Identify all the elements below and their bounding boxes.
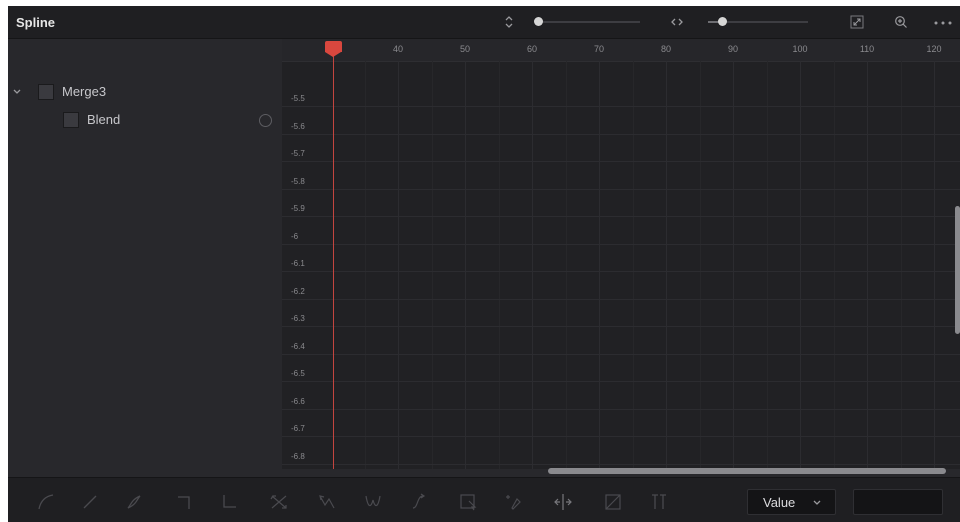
grid-line-horizontal — [282, 106, 960, 107]
step-out-icon[interactable] — [218, 491, 240, 513]
merge3-checkbox[interactable] — [38, 84, 54, 100]
spline-graph[interactable]: 40 50 60 70 80 90 100 110 120 -5.5 -5.6 -5.7 -5.8 -5… — [282, 39, 960, 469]
y-tick-label: -6.5 — [291, 369, 305, 378]
relative-loop-icon[interactable] — [408, 491, 430, 513]
value-field[interactable] — [853, 489, 943, 515]
grid-line-horizontal — [282, 326, 960, 327]
ping-pong-icon[interactable] — [362, 491, 384, 513]
y-tick-label: -6.2 — [291, 286, 305, 296]
mode-select[interactable]: Value — [747, 489, 836, 515]
grid-line-horizontal — [282, 463, 960, 465]
x-tick-label: 80 — [660, 44, 672, 54]
y-tick-label: -5.5 — [291, 94, 305, 103]
invert-icon[interactable] — [123, 491, 145, 513]
tree-node-merge3[interactable]: Merge3 — [8, 81, 282, 103]
x-tick-label: 60 — [526, 44, 538, 54]
updown-chevron-icon[interactable] — [500, 13, 518, 31]
tree-node-label: Merge3 — [62, 84, 107, 99]
y-tick-label: -6.3 — [291, 314, 305, 323]
linear-icon[interactable] — [79, 491, 101, 513]
vertical-zoom-knob[interactable] — [534, 17, 543, 26]
y-tick-label: -5.6 — [291, 121, 305, 131]
smooth-icon[interactable] — [35, 491, 57, 513]
keyframe-toggle-icon[interactable] — [259, 114, 272, 127]
y-tick-label: -5.8 — [291, 176, 305, 186]
x-tick-label: 70 — [593, 44, 605, 54]
vertical-scrollbar[interactable] — [955, 206, 960, 334]
time-ruler[interactable] — [282, 39, 960, 62]
horizontal-zoom-knob[interactable] — [718, 17, 727, 26]
blend-checkbox[interactable] — [63, 112, 79, 128]
grid-line-horizontal — [282, 408, 960, 410]
grid-line-horizontal — [282, 243, 960, 245]
x-tick-label: 40 — [392, 44, 404, 54]
grid-line-horizontal — [282, 188, 960, 190]
step-in-icon[interactable] — [174, 491, 196, 513]
tree-node-label: Blend — [87, 112, 121, 127]
y-tick-label: -6.6 — [291, 396, 305, 406]
expand-icon[interactable] — [848, 13, 866, 31]
grid-line-horizontal — [282, 353, 960, 355]
grid-line-horizontal — [282, 436, 960, 437]
tree-node-blend[interactable]: Blend — [8, 109, 282, 131]
x-tick-label: 90 — [727, 44, 739, 54]
y-tick-label: -6.8 — [291, 451, 305, 461]
x-tick-label: 50 — [459, 44, 471, 54]
x-tick-label: 120 — [926, 44, 942, 54]
grid-line-horizontal — [282, 381, 960, 382]
y-tick-label: -5.9 — [291, 204, 305, 213]
playhead-line — [333, 45, 334, 469]
spline-panel: Spline Merge3 Blend 40 50 60 70 80 90 10… — [8, 6, 960, 522]
chevron-down-icon — [812, 494, 822, 511]
y-tick-label: -6.1 — [291, 259, 305, 268]
spline-toolbar: Value — [8, 477, 960, 522]
zoom-plus-icon[interactable] — [892, 13, 910, 31]
grid-line-horizontal — [282, 161, 960, 162]
horizontal-scrollbar[interactable] — [548, 468, 946, 474]
show-key-markers-icon[interactable] — [648, 491, 670, 513]
time-stretch-icon[interactable] — [552, 491, 574, 513]
chevron-down-icon[interactable] — [12, 84, 22, 100]
spline-tree: Merge3 Blend — [8, 39, 282, 469]
mode-select-label: Value — [763, 495, 796, 510]
leftright-chevron-icon[interactable] — [668, 13, 686, 31]
y-tick-label: -5.7 — [291, 149, 305, 158]
y-tick-label: -6.7 — [291, 424, 305, 433]
set-loop-icon[interactable] — [316, 491, 338, 513]
more-dots-icon[interactable] — [932, 13, 954, 31]
playhead-handle[interactable] — [325, 41, 342, 57]
add-point-icon[interactable] — [504, 491, 526, 513]
y-tick-label: -6 — [291, 231, 299, 241]
reverse-icon[interactable] — [268, 491, 290, 513]
panel-header: Spline — [8, 6, 960, 39]
x-tick-label: 100 — [792, 44, 808, 54]
y-tick-label: -6.4 — [291, 341, 305, 351]
grid-line-horizontal — [282, 271, 960, 272]
grid-line-horizontal — [282, 216, 960, 217]
vertical-zoom-slider[interactable] — [536, 21, 640, 23]
select-all-icon[interactable] — [458, 491, 480, 513]
grid-line-horizontal — [282, 298, 960, 300]
panel-title: Spline — [16, 15, 56, 30]
shape-box-icon[interactable] — [602, 491, 624, 513]
x-tick-label: 110 — [859, 44, 875, 54]
grid-line-horizontal — [282, 133, 960, 135]
